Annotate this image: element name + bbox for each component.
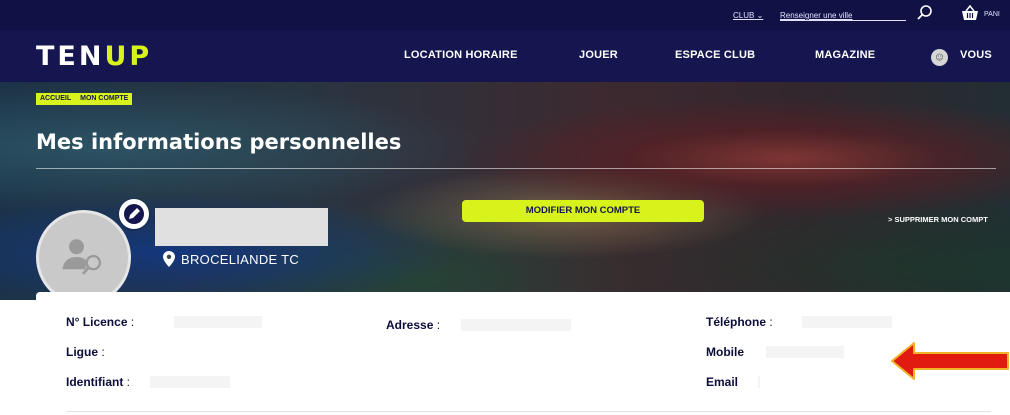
identifiant-label: Identifiant : [66, 375, 130, 389]
mobile-label: Mobile [706, 345, 744, 359]
ligue-label: Ligue : [66, 345, 105, 359]
profile-hero: ACCUEIL MON COMPTE Mes informations perso… [0, 82, 1010, 300]
hero-overlay [0, 82, 1010, 300]
nav-magazine[interactable]: MAGAZINE [815, 49, 875, 61]
search-icon[interactable] [916, 4, 934, 22]
personal-info-card: N° Licence : Ligue : Identifiant : Adres… [36, 292, 1010, 415]
logo-accent: UP [104, 41, 153, 72]
city-link[interactable]: Renseigner une ville [780, 11, 906, 21]
pencil-icon [124, 204, 144, 224]
tenup-logo[interactable]: TENUP [36, 41, 152, 72]
email-label: Email [706, 375, 739, 389]
telephone-value-redacted [802, 316, 892, 328]
edit-avatar-button[interactable] [119, 199, 149, 229]
title-divider [36, 168, 996, 169]
page-title: Mes informations personnelles [36, 130, 402, 154]
nav-location-horaire[interactable]: LOCATION HORAIRE [404, 49, 518, 61]
breadcrumb: ACCUEIL MON COMPTE [36, 93, 133, 105]
telephone-label: Téléphone : [706, 315, 773, 329]
email-value-redacted [758, 376, 760, 388]
breadcrumb-mon-compte[interactable]: MON COMPTE [80, 95, 128, 102]
user-avatar-icon[interactable]: ☺ [931, 49, 948, 66]
utility-bar: CLUB ⌄ Renseigner une ville PANI [0, 0, 1010, 30]
club-name: BROCELIANDE TC [181, 252, 300, 267]
nav-vous[interactable]: VOUS [960, 49, 992, 61]
user-name-redacted [155, 208, 328, 246]
adresse-value-redacted [461, 319, 571, 331]
location-pin-icon [163, 251, 175, 267]
card-divider [66, 411, 991, 412]
club-dropdown[interactable]: CLUB ⌄ [733, 11, 763, 20]
logo-main: TEN [36, 41, 105, 72]
modify-account-button[interactable]: MODIFIER MON COMPTE [462, 200, 704, 222]
licence-label: N° Licence : [66, 315, 135, 329]
red-arrow-annotation [891, 342, 1009, 380]
nav-jouer[interactable]: JOUER [579, 49, 618, 61]
basket-label[interactable]: PANI [984, 11, 1000, 18]
breadcrumb-accueil[interactable]: ACCUEIL [40, 95, 71, 102]
nav-espace-club[interactable]: ESPACE CLUB [675, 49, 755, 61]
chevron-down-icon: ⌄ [756, 11, 764, 20]
identifiant-value-redacted [150, 376, 230, 388]
club-label: CLUB [733, 11, 755, 20]
adresse-label: Adresse : [386, 318, 441, 332]
mobile-value-redacted [766, 346, 844, 358]
profile-avatar [36, 210, 131, 300]
user-placeholder-icon [62, 239, 102, 275]
basket-icon[interactable] [961, 5, 979, 21]
licence-value-redacted [174, 316, 262, 328]
delete-account-link[interactable]: > SUPPRIMER MON COMPT [888, 215, 988, 224]
main-nav: TENUP LOCATION HORAIRE JOUER ESPACE CLUB… [0, 30, 1010, 82]
